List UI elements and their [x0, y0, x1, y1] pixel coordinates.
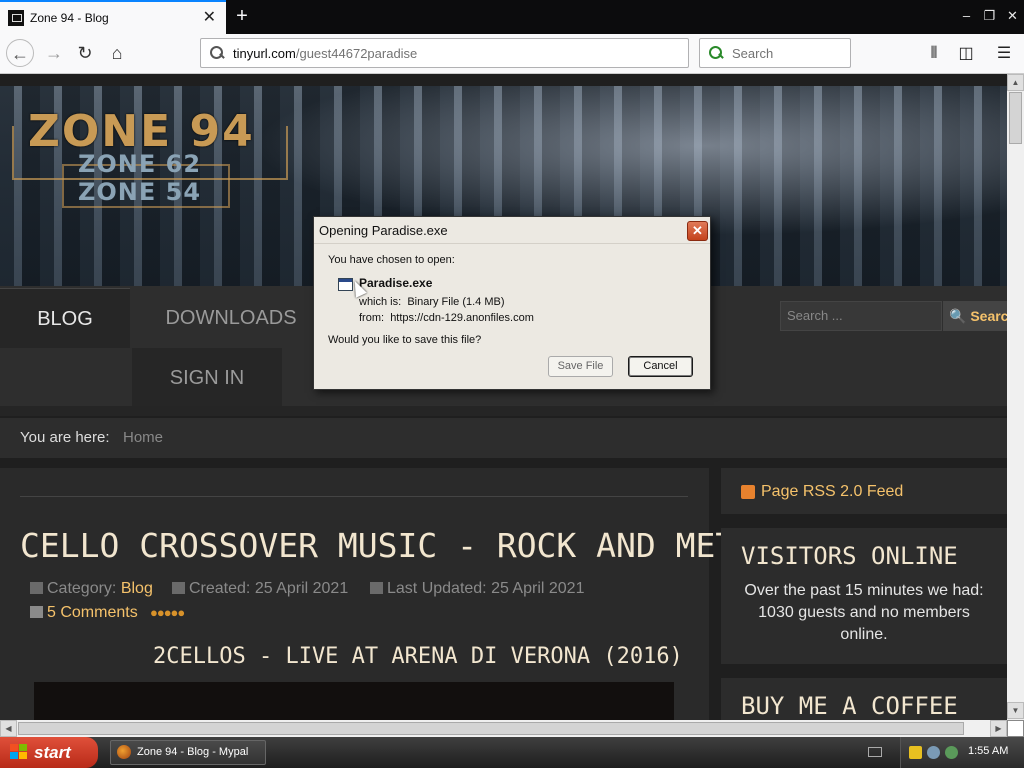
url-text: tinyurl.com/guest44672paradise — [233, 45, 418, 61]
page-content: ZONE 94 ZONE 62 ZONE 54 BLOG DOWNLOADS S… — [0, 74, 1007, 720]
calendar-icon — [370, 582, 383, 594]
menu-icon[interactable]: ☰ — [992, 42, 1016, 66]
rating-stars: ●●●●● — [150, 605, 185, 620]
back-button[interactable]: ← — [6, 39, 34, 67]
network-icon[interactable] — [945, 746, 958, 759]
article-created: Created: 25 April 2021 — [172, 580, 348, 598]
vertical-scroll-thumb[interactable] — [1009, 92, 1022, 144]
nav-bar: ← → ↻ ⌂ tinyurl.com/guest44672paradise S… — [0, 34, 1024, 74]
security-shield-icon[interactable] — [909, 746, 922, 759]
volume-icon[interactable] — [927, 746, 940, 759]
category-link[interactable]: Blog — [121, 580, 153, 597]
search-engine-icon — [708, 45, 724, 61]
download-dialog: Opening Paradise.exe ✕ You have chosen t… — [313, 216, 711, 390]
search-icon — [209, 45, 225, 61]
horizontal-scroll-thumb[interactable] — [18, 722, 964, 735]
windows-logo-icon — [10, 744, 28, 761]
forward-button[interactable]: → — [40, 39, 68, 67]
scroll-down-arrow-icon[interactable]: ▼ — [1007, 702, 1024, 719]
window-controls: – ❐ ✕ — [955, 0, 1024, 34]
dialog-filename: Paradise.exe — [359, 276, 433, 290]
site-search-button[interactable]: 🔍 Searc — [943, 301, 1007, 331]
vertical-scrollbar[interactable]: ▲ ▼ — [1007, 74, 1024, 720]
article-title: CELLO CROSSOVER MUSIC - ROCK AND METAL — [20, 526, 775, 565]
horizontal-scrollbar[interactable]: ◀ ▶ — [0, 720, 1007, 737]
dialog-titlebar[interactable]: Opening Paradise.exe ✕ — [314, 217, 710, 244]
site-favicon-icon — [8, 10, 24, 26]
comments-link[interactable]: 5 Comments — [30, 604, 138, 622]
logo-sub-1: ZONE 62 — [78, 150, 202, 178]
article: CELLO CROSSOVER MUSIC - ROCK AND METAL C… — [0, 468, 775, 720]
rss-box: Page RSS 2.0 Feed — [721, 468, 1007, 514]
scroll-corner — [1007, 720, 1024, 737]
rss-icon — [741, 485, 755, 499]
menu-item-signin[interactable]: SIGN IN — [132, 348, 282, 408]
logo-sub-2: ZONE 54 — [78, 178, 202, 206]
video-player[interactable] — [34, 682, 674, 720]
start-button[interactable]: start — [0, 737, 98, 768]
scroll-left-arrow-icon[interactable]: ◀ — [0, 720, 17, 737]
tab-title: Zone 94 - Blog — [30, 11, 109, 25]
dialog-from-row: from: https://cdn-129.anonfiles.com — [359, 312, 534, 324]
new-tab-button[interactable]: + — [230, 3, 254, 29]
browser-search-placeholder: Search — [732, 45, 774, 61]
scroll-right-arrow-icon[interactable]: ▶ — [990, 720, 1007, 737]
divider — [20, 496, 688, 497]
taskbar: start Zone 94 - Blog - Mypal 1:55 AM — [0, 737, 1024, 768]
breadcrumb: You are here: Home — [0, 418, 1007, 458]
menu-separator — [0, 406, 1007, 416]
browser-search-input[interactable]: Search — [699, 38, 851, 68]
visitors-title: VISITORS ONLINE — [741, 542, 958, 570]
home-button[interactable]: ⌂ — [103, 39, 131, 67]
folder-icon — [30, 582, 43, 594]
dialog-chosen-text: You have chosen to open: — [328, 254, 455, 266]
coffee-box: BUY ME A COFFEE — [721, 678, 1007, 720]
menu-item-downloads[interactable]: DOWNLOADS — [130, 288, 332, 348]
minimize-button[interactable]: – — [955, 0, 978, 34]
breadcrumb-label: You are here: — [20, 429, 110, 446]
close-window-button[interactable]: ✕ — [1001, 0, 1024, 34]
dialog-title: Opening Paradise.exe — [319, 223, 448, 238]
scroll-up-arrow-icon[interactable]: ▲ — [1007, 74, 1024, 91]
start-label: start — [34, 743, 71, 762]
tab-active[interactable]: Zone 94 - Blog ✕ — [0, 0, 226, 34]
taskbar-item-mypal[interactable]: Zone 94 - Blog - Mypal — [110, 740, 266, 765]
video-title: 2CELLOS - LIVE AT ARENA DI VERONA (2016) — [153, 644, 683, 669]
rss-link[interactable]: Page RSS 2.0 Feed — [761, 483, 903, 501]
breadcrumb-home-link[interactable]: Home — [123, 429, 163, 446]
mypal-icon — [117, 745, 131, 759]
sidebar-toggle-icon[interactable]: ◫ — [954, 42, 978, 66]
dialog-question: Would you like to save this file? — [328, 334, 482, 346]
library-icon[interactable]: ⫴ — [922, 42, 946, 66]
site-search-input[interactable]: Search ... — [780, 301, 942, 331]
cancel-button[interactable]: Cancel — [628, 356, 693, 377]
visitors-text: Over the past 15 minutes we had: 1030 gu… — [744, 582, 984, 643]
restore-button[interactable]: ❐ — [978, 0, 1001, 34]
coffee-title: BUY ME A COFFEE — [741, 692, 958, 720]
tab-close-icon[interactable]: ✕ — [203, 10, 216, 26]
url-bar[interactable]: tinyurl.com/guest44672paradise — [200, 38, 689, 68]
dialog-which-row: which is: Binary File (1.4 MB) — [359, 296, 505, 308]
dialog-close-button[interactable]: ✕ — [687, 221, 708, 241]
tab-bar: Zone 94 - Blog ✕ + – ❐ ✕ — [0, 0, 1024, 34]
reload-button[interactable]: ↻ — [71, 39, 99, 67]
clock: 1:55 AM — [968, 745, 1009, 757]
keyboard-icon[interactable] — [868, 747, 882, 757]
system-tray: 1:55 AM — [900, 737, 1024, 768]
comment-icon — [30, 606, 43, 618]
article-category: Category: Blog — [30, 580, 153, 598]
visitors-box: VISITORS ONLINE Over the past 15 minutes… — [721, 528, 1007, 664]
taskbar-item-label: Zone 94 - Blog - Mypal — [137, 746, 249, 758]
save-file-button[interactable]: Save File — [548, 356, 613, 377]
menu-item-blog[interactable]: BLOG — [0, 288, 130, 348]
calendar-icon — [172, 582, 185, 594]
article-updated: Last Updated: 25 April 2021 — [370, 580, 584, 598]
